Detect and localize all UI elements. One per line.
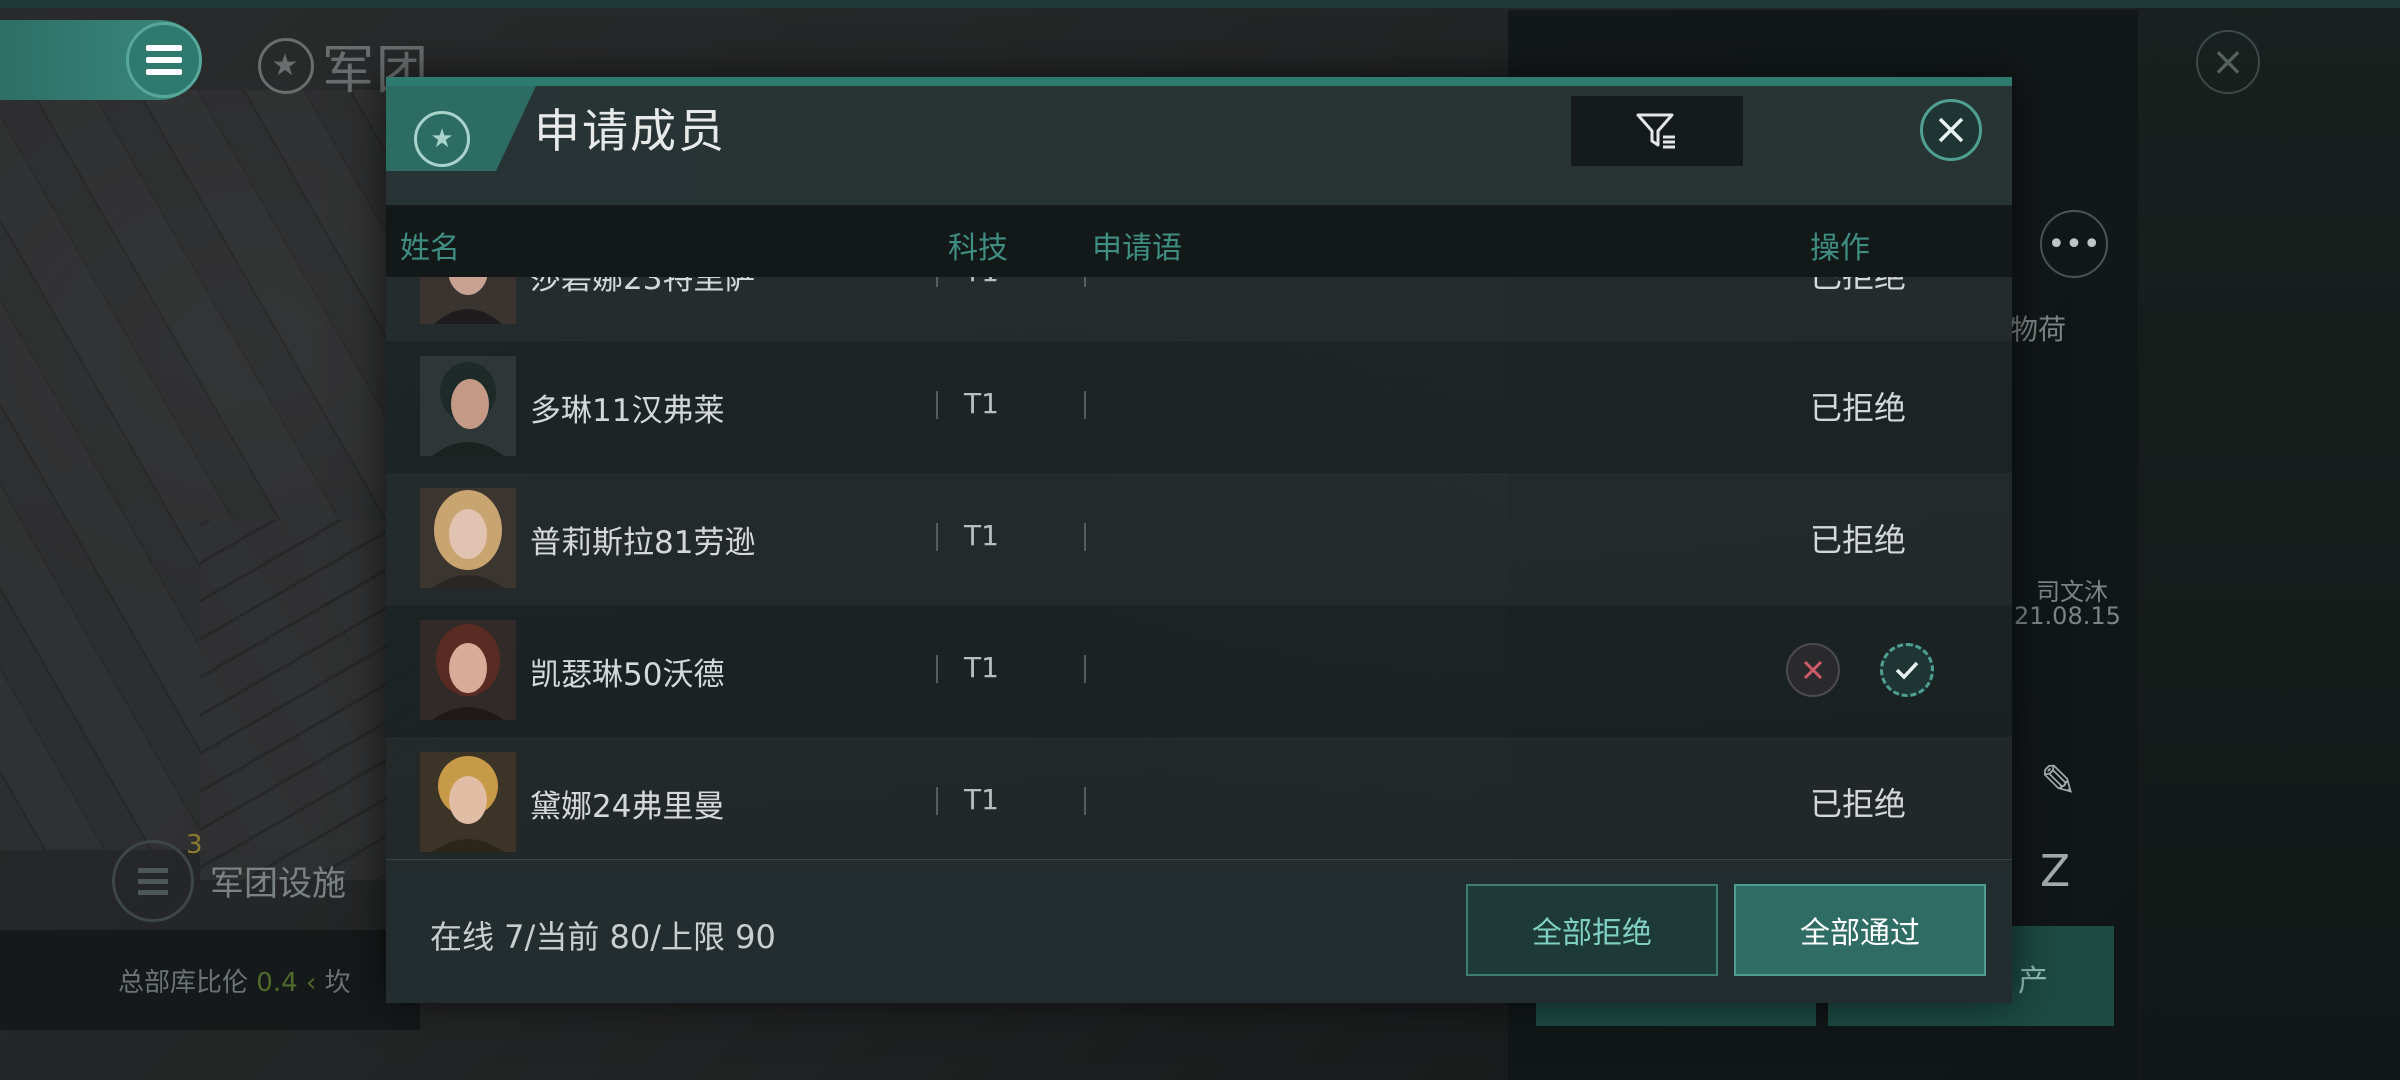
background-label: 物荷 <box>2010 313 2067 346</box>
menu-icon-bar <box>146 69 182 75</box>
filter-button[interactable] <box>1570 95 1744 167</box>
applicants-dialog: ★ 申请成员 姓名 科技 申请语 操作 莎碧娜23特里萨 多琳11汉弗莱 T1 … <box>386 77 2012 1003</box>
applicant-name: 黛娜24弗里曼 <box>530 789 725 825</box>
table-row: 多琳11汉弗莱 T1 已拒绝 <box>386 341 2012 473</box>
corp-star-icon: ★ <box>414 111 470 167</box>
applicant-tech: T1 <box>964 387 999 420</box>
facility-label: 军团设施 <box>210 864 346 904</box>
avatar <box>420 488 516 588</box>
column-divider <box>936 277 938 287</box>
facility-menu-icon <box>112 840 194 922</box>
background-right-strip <box>2140 10 2400 1080</box>
accept-icon <box>1895 661 1919 680</box>
table-header: 姓名 科技 申请语 操作 <box>386 205 2012 277</box>
applicant-name: 凯瑟琳50沃德 <box>530 657 725 693</box>
top-border <box>0 0 2400 8</box>
more-icon: ••• <box>2040 210 2108 278</box>
applicant-tech: T1 <box>964 651 999 684</box>
applicant-name: 普莉斯拉81劳逊 <box>530 525 756 561</box>
table-row: 凯瑟琳50沃德 T1 <box>386 605 2012 737</box>
applicant-tech: T1 <box>964 519 999 552</box>
sort-icon: Z <box>2040 846 2071 897</box>
status-rejected: 已拒绝 <box>1810 521 1907 559</box>
background-button-label: 产 <box>2018 964 2048 999</box>
dialog-badge-tail <box>496 86 536 171</box>
background-bottom-text: 总部库比伦 0.4 ‹ 坎 <box>118 968 351 998</box>
filter-icon <box>1636 113 1675 149</box>
status-rejected: 已拒绝 <box>1810 277 1906 297</box>
reject-all-button[interactable]: 全部拒绝 <box>1466 884 1718 976</box>
column-divider <box>936 523 938 551</box>
column-divider <box>936 655 938 683</box>
applicant-name: 莎碧娜23特里萨 <box>530 277 756 297</box>
background-label: 21.08.15 <box>2014 602 2121 630</box>
column-header-tech: 科技 <box>948 231 1008 266</box>
member-count-stats: 在线 7/当前 80/上限 90 <box>430 918 776 956</box>
avatar <box>420 277 516 324</box>
applicant-list[interactable]: 莎碧娜23特里萨 T1 已拒绝 多琳11汉弗莱 T1 已拒绝 <box>386 277 2012 937</box>
menu-icon-bar <box>146 45 182 51</box>
column-divider <box>1084 655 1086 683</box>
column-header-message: 申请语 <box>1092 231 1182 266</box>
column-divider <box>1084 391 1086 419</box>
table-row: 普莉斯拉81劳逊 T1 已拒绝 <box>386 473 2012 605</box>
reject-button[interactable] <box>1786 643 1840 697</box>
column-divider <box>1084 277 1086 287</box>
column-divider <box>1084 787 1086 815</box>
status-rejected: 已拒绝 <box>1810 389 1907 427</box>
dialog-close-button[interactable] <box>1920 99 1982 161</box>
avatar <box>420 356 516 456</box>
table-row: 莎碧娜23特里萨 T1 已拒绝 <box>386 277 2012 341</box>
corp-star-icon: ★ <box>258 37 314 94</box>
edit-icon: ✎ <box>2040 756 2077 807</box>
background-close-icon: × <box>2196 30 2260 94</box>
menu-button[interactable] <box>126 22 202 98</box>
avatar <box>420 620 516 720</box>
accept-button[interactable] <box>1880 643 1934 697</box>
column-divider <box>1084 523 1086 551</box>
dialog-badge: ★ <box>386 86 496 171</box>
accept-all-button[interactable]: 全部通过 <box>1734 884 1986 976</box>
dialog-title: 申请成员 <box>534 104 726 158</box>
column-header-name: 姓名 <box>400 231 460 266</box>
close-icon <box>1938 117 1964 143</box>
menu-icon-bar <box>146 57 182 63</box>
dialog-footer: 在线 7/当前 80/上限 90 全部拒绝 全部通过 <box>386 859 2012 1003</box>
reject-icon <box>1803 660 1823 680</box>
applicant-tech: T1 <box>964 277 999 288</box>
column-header-action: 操作 <box>1810 231 1870 266</box>
status-rejected: 已拒绝 <box>1810 785 1907 823</box>
applicant-name: 多琳11汉弗莱 <box>530 393 725 429</box>
facility-count: 3 <box>186 830 203 860</box>
applicant-tech: T1 <box>964 783 999 816</box>
column-divider <box>936 391 938 419</box>
column-divider <box>936 787 938 815</box>
avatar <box>420 752 516 852</box>
dialog-top-accent <box>386 77 2012 86</box>
table-row: 黛娜24弗里曼 T1 已拒绝 <box>386 737 2012 869</box>
